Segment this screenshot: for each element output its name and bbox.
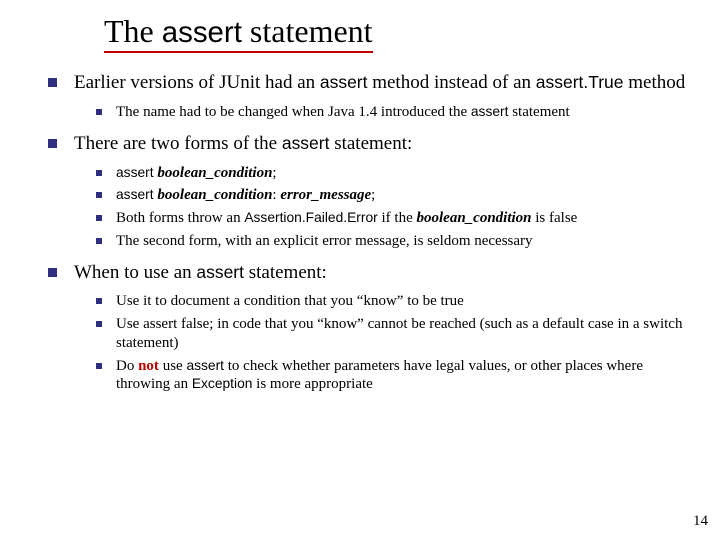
- title-underline: The assert statement: [104, 12, 373, 53]
- text: There are two forms of the: [74, 133, 282, 154]
- text: if the: [378, 210, 417, 226]
- param: boolean_condition: [157, 187, 272, 203]
- bullet-list: Earlier versions of JUnit had an assert …: [48, 71, 690, 394]
- sub-bullet: Both forms throw an Assertion.Failed.Err…: [96, 209, 690, 228]
- sub-bullet: Use assert false; in code that you “know…: [96, 315, 690, 353]
- text: ;: [371, 187, 375, 203]
- text: Both forms throw an: [116, 210, 244, 226]
- text: The name had to be changed when Java 1.4…: [116, 104, 471, 120]
- code: assert: [116, 165, 157, 180]
- param: boolean_condition: [157, 165, 272, 181]
- sub-bullet: assert boolean_condition: error_message;: [96, 186, 690, 205]
- bullet-3: When to use an assert statement: Use it …: [48, 261, 690, 395]
- sub-list: assert boolean_condition; assert boolean…: [74, 164, 690, 251]
- page-number: 14: [693, 513, 708, 530]
- code: assert.True: [536, 72, 624, 92]
- code: Assertion.Failed.Error: [244, 210, 377, 225]
- sub-bullet: The second form, with an explicit error …: [96, 232, 690, 251]
- bullet-2: There are two forms of the assert statem…: [48, 132, 690, 251]
- text: Do: [116, 358, 138, 374]
- text: Use it to document a condition that you …: [116, 293, 464, 309]
- text: is more appropriate: [252, 376, 372, 392]
- text: ;: [272, 165, 276, 181]
- text: statement: [508, 104, 569, 120]
- sub-list: The name had to be changed when Java 1.4…: [74, 103, 690, 122]
- code: assert: [196, 262, 244, 282]
- text: statement:: [329, 133, 412, 154]
- slide-title: The assert statement: [104, 12, 690, 53]
- code: assert: [186, 358, 224, 373]
- code: assert: [320, 72, 368, 92]
- title-keyword: assert: [162, 16, 242, 49]
- bullet-1: Earlier versions of JUnit had an assert …: [48, 71, 690, 122]
- sub-bullet: assert boolean_condition;: [96, 164, 690, 183]
- code: assert: [282, 133, 330, 153]
- param: error_message: [280, 187, 371, 203]
- text: Use assert false; in code that you “know…: [116, 316, 682, 351]
- sub-list: Use it to document a condition that you …: [74, 292, 690, 394]
- code: assert: [471, 104, 509, 119]
- title-post: statement: [242, 13, 373, 49]
- text: use: [159, 358, 187, 374]
- text: Earlier versions of JUnit had an: [74, 72, 320, 93]
- code: Exception: [192, 376, 253, 391]
- emphasis-not: not: [138, 358, 159, 374]
- slide-body: Earlier versions of JUnit had an assert …: [48, 71, 690, 394]
- sub-bullet: Do not use assert to check whether param…: [96, 357, 690, 395]
- sub-bullet: The name had to be changed when Java 1.4…: [96, 103, 690, 122]
- text: is false: [532, 210, 578, 226]
- sub-bullet: Use it to document a condition that you …: [96, 292, 690, 311]
- slide: The assert statement Earlier versions of…: [0, 0, 720, 540]
- code: assert: [116, 187, 157, 202]
- text: method: [624, 72, 686, 93]
- text: When to use an: [74, 262, 196, 283]
- text: The second form, with an explicit error …: [116, 233, 533, 249]
- param: boolean_condition: [417, 210, 532, 226]
- title-pre: The: [104, 13, 162, 49]
- text: method instead of an: [367, 72, 535, 93]
- text: statement:: [244, 262, 327, 283]
